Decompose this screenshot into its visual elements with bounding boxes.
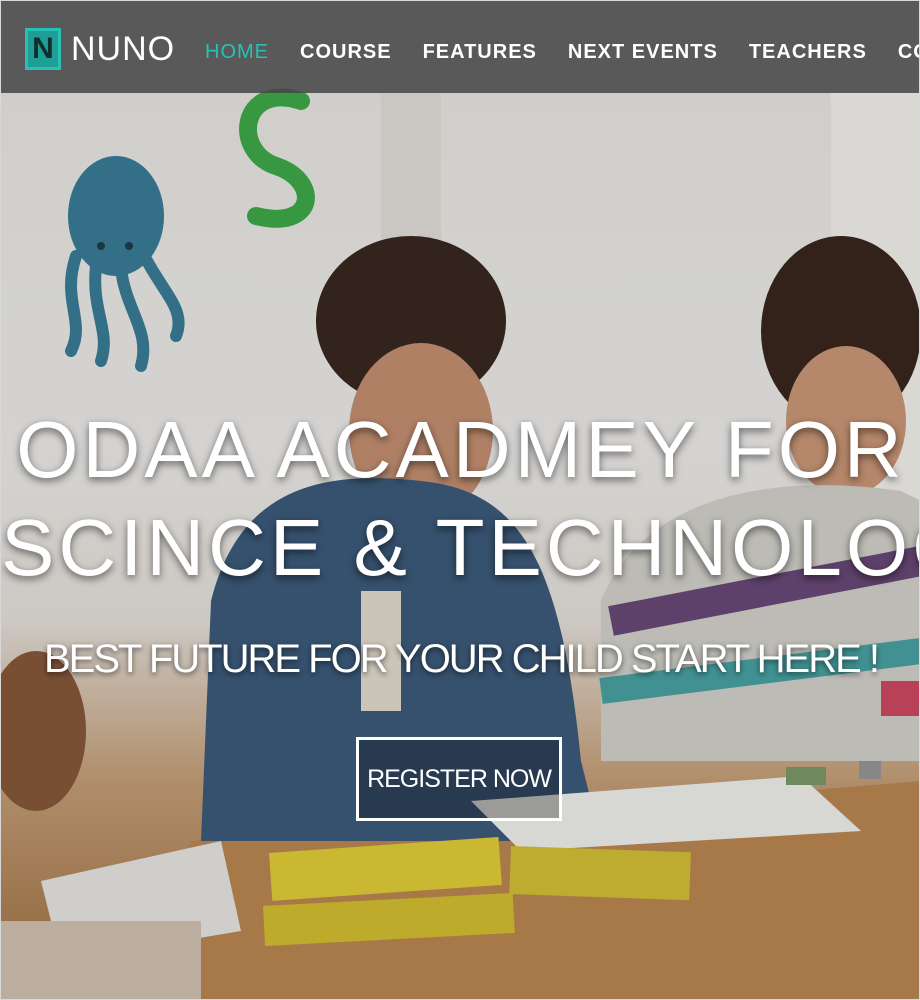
nav-next-events[interactable]: NEXT EVENTS <box>568 41 718 64</box>
logo-n-icon: N <box>25 28 61 70</box>
hero-title: ODAA ACADMEY FOR SCINCE & TECHNOLOGY <box>1 401 919 597</box>
nav-course[interactable]: COURSE <box>300 41 392 64</box>
main-nav: HOME COURSE FEATURES NEXT EVENTS TEACHER… <box>205 41 919 64</box>
hero-subtitle: BEST FUTURE FOR YOUR CHILD START HERE ! <box>44 637 880 681</box>
hero-title-line-2: SCINCE & TECHNOLOGY <box>1 503 919 592</box>
navbar: N NUNO HOME COURSE FEATURES NEXT EVENTS … <box>1 1 919 93</box>
nav-teachers[interactable]: TEACHERS <box>749 41 867 64</box>
nav-contact[interactable]: CONTACT <box>898 41 919 64</box>
brand-name: NUNO <box>71 29 176 68</box>
hero-title-line-1: ODAA ACADMEY FOR <box>16 405 906 494</box>
register-now-button[interactable]: REGISTER NOW <box>356 737 562 821</box>
page: N NUNO HOME COURSE FEATURES NEXT EVENTS … <box>0 0 920 1000</box>
brand-logo[interactable]: N NUNO <box>25 27 175 71</box>
nav-home[interactable]: HOME <box>205 41 269 64</box>
nav-features[interactable]: FEATURES <box>423 41 537 64</box>
